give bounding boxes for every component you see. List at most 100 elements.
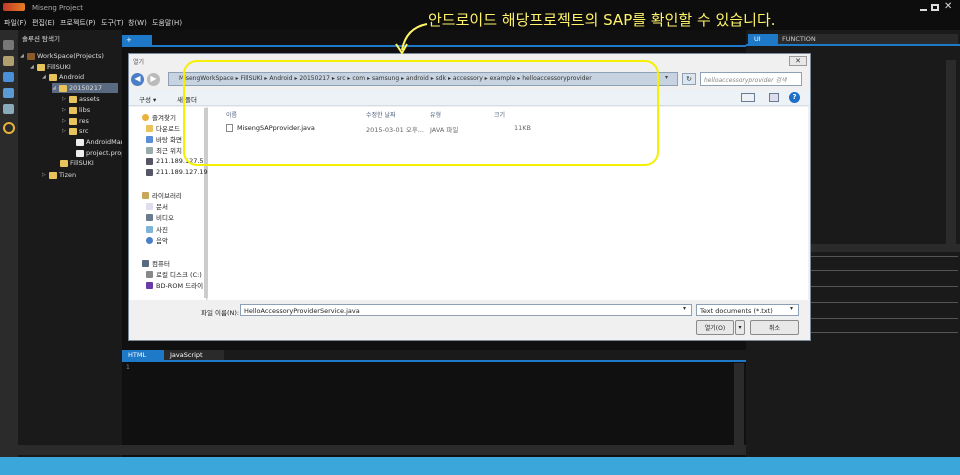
code-hscrollbar[interactable] [122, 445, 746, 455]
new-tab-button[interactable]: + [126, 36, 132, 44]
nav-documents[interactable]: 문서 [146, 201, 168, 211]
view-options-icon[interactable] [741, 93, 755, 102]
right-vscrollbar[interactable] [946, 60, 956, 245]
nav-bd-rom[interactable]: BD-ROM 드라이 [146, 280, 203, 290]
close-icon[interactable]: ✕ [944, 1, 952, 12]
forward-button[interactable]: ▶ [147, 73, 160, 86]
minimize-icon[interactable] [920, 4, 927, 11]
tab-ui[interactable]: UI [748, 34, 778, 44]
window-title: Miseng Project [32, 4, 83, 12]
file-type-select[interactable]: Text documents (*.txt) [696, 304, 799, 316]
menu-help[interactable]: 도움말(H) [152, 18, 182, 28]
tree-item-project-prop[interactable]: project.prop [76, 148, 125, 158]
nav-computer[interactable]: 컴퓨터 [142, 258, 170, 268]
deploy-icon[interactable] [3, 104, 14, 114]
organize-button[interactable]: 구성 ▾ [139, 94, 156, 104]
nav-label: 로컬 디스크 (C:) [156, 271, 202, 279]
expand-arrow-icon[interactable]: ◢ [42, 74, 47, 80]
tree-label: AndroidMar [86, 138, 124, 146]
tab-javascript[interactable]: JavaScript [164, 350, 224, 360]
nav-label: 음악 [156, 237, 168, 245]
pictures-icon [146, 225, 153, 233]
collapse-arrow-icon[interactable]: ▷ [62, 96, 67, 102]
preview-pane-icon[interactable] [769, 93, 779, 102]
tab-function[interactable]: FUNCTION [778, 34, 958, 44]
folder-icon [69, 127, 77, 135]
download-folder-icon [146, 124, 153, 132]
nav-local-disk[interactable]: 로컬 디스크 (C:) [146, 269, 202, 279]
refresh-icon[interactable] [3, 122, 15, 134]
property-row [808, 256, 958, 257]
folder-icon [69, 95, 77, 103]
tree-item-androidmanifest[interactable]: AndroidMar [76, 137, 123, 147]
save-icon[interactable] [3, 88, 14, 98]
nav-music[interactable]: 음악 [146, 235, 168, 245]
nav-label: 다운로드 [156, 125, 180, 133]
tree-item-20150217[interactable]: ◢ 20150217 [52, 83, 118, 93]
lower-tab-underline [122, 360, 746, 362]
expand-arrow-icon[interactable]: ◢ [52, 85, 57, 91]
dialog-close-button[interactable]: ✕ [789, 56, 807, 66]
search-input[interactable]: helloaccessoryprovider 검색 [700, 72, 802, 86]
filter-dropdown-icon[interactable]: ▾ [790, 305, 793, 312]
code-editor[interactable]: 1 [122, 360, 746, 457]
filename-dropdown-icon[interactable]: ▾ [683, 305, 686, 312]
disk-icon [146, 270, 153, 278]
tree-label: src [79, 127, 89, 135]
tree-label: WorkSpace(Projects) [37, 52, 104, 60]
nav-downloads[interactable]: 다운로드 [146, 123, 180, 133]
collapse-arrow-icon[interactable]: ▷ [62, 107, 67, 113]
home-icon[interactable] [3, 72, 14, 82]
tab-html[interactable]: HTML [122, 350, 164, 360]
address-dropdown-icon[interactable]: ▾ [665, 74, 668, 81]
explorer-header: 솔루션 탐색기 [18, 30, 122, 44]
nav-libraries[interactable]: 라이브러리 [142, 190, 182, 200]
tree-item-assets[interactable]: ▷ assets [62, 94, 100, 104]
nav-pictures[interactable]: 사진 [146, 224, 168, 234]
code-vscrollbar[interactable] [734, 363, 744, 455]
new-file-icon[interactable] [3, 40, 14, 50]
folder-icon [59, 84, 67, 92]
tree-label: FillSUKI [47, 63, 71, 71]
open-folder-icon[interactable] [3, 56, 14, 66]
menu-file[interactable]: 파일(F) [4, 18, 26, 28]
nav-recent[interactable]: 최근 위치 [146, 145, 182, 155]
nav-desktop[interactable]: 바탕 화면 [146, 134, 182, 144]
collapse-arrow-icon[interactable]: ▷ [62, 128, 67, 134]
nav-video[interactable]: 비디오 [146, 212, 174, 222]
nav-label: 라이브러리 [152, 192, 182, 200]
tree-item-workspace[interactable]: ◢ WorkSpace(Projects) [20, 51, 104, 61]
menu-tools[interactable]: 도구(T) [101, 18, 124, 28]
open-options-button[interactable]: ▾ [735, 320, 745, 335]
folder-icon [60, 159, 68, 167]
workspace-icon [27, 52, 35, 60]
collapse-arrow-icon[interactable]: ▷ [42, 172, 47, 178]
menu-project[interactable]: 프로젝트(P) [60, 18, 95, 28]
refresh-button[interactable]: ↻ [682, 73, 696, 85]
tree-item-tizen[interactable]: ▷ Tizen [42, 170, 76, 180]
tree-item-fillsuki[interactable]: ◢ FillSUKI [30, 62, 71, 72]
help-icon[interactable]: ? [789, 92, 800, 103]
menu-window[interactable]: 창(W) [128, 18, 147, 28]
expand-arrow-icon[interactable]: ◢ [30, 64, 35, 70]
explorer-hscrollbar[interactable] [18, 445, 122, 455]
open-button[interactable]: 열기(O) [696, 320, 734, 335]
tree-item-libs[interactable]: ▷ libs [62, 105, 90, 115]
tree-item-android[interactable]: ◢ Android [42, 72, 84, 82]
nav-favorites[interactable]: 즐겨찾기 [142, 112, 176, 122]
menu-edit[interactable]: 편집(E) [32, 18, 55, 28]
cancel-button[interactable]: 취소 [750, 320, 799, 335]
filename-input[interactable]: HelloAccessoryProviderService.java [240, 304, 692, 316]
file-icon [76, 149, 84, 157]
tree-item-src[interactable]: ▷ src [62, 126, 89, 136]
expand-arrow-icon[interactable]: ◢ [20, 53, 25, 59]
editor-tab-underline [122, 45, 746, 47]
collapse-arrow-icon[interactable]: ▷ [62, 118, 67, 124]
tree-item-fillsuki-sub[interactable]: FillSUKI [60, 158, 94, 168]
maximize-icon[interactable] [931, 4, 939, 11]
property-row [808, 302, 958, 303]
tree-item-res[interactable]: ▷ res [62, 116, 89, 126]
back-button[interactable]: ◀ [131, 73, 144, 86]
editor-tab[interactable]: + [122, 35, 152, 45]
nav-network-2[interactable]: 211.189.127.19 [146, 167, 208, 177]
